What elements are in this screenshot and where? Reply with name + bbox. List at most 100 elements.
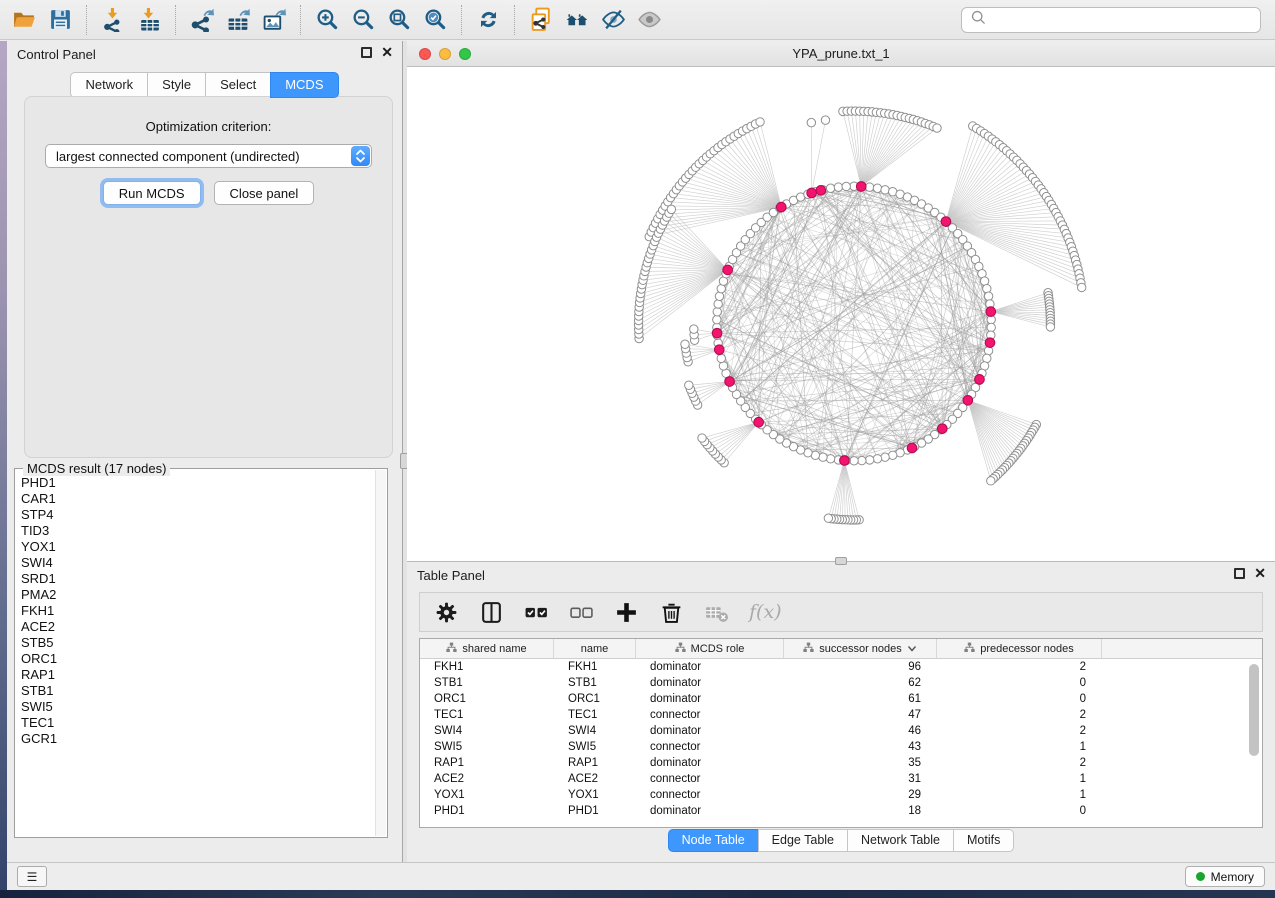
import-table-icon[interactable]	[131, 4, 167, 36]
column-header-successor-nodes[interactable]: successor nodes	[784, 639, 937, 658]
network-node[interactable]	[850, 457, 858, 465]
network-node-selected[interactable]	[941, 217, 951, 227]
result-scrollbar[interactable]	[375, 470, 386, 836]
network-node-selected[interactable]	[714, 345, 724, 355]
network-node[interactable]	[933, 124, 941, 132]
delete-row-icon[interactable]	[659, 600, 684, 625]
result-node[interactable]: CAR1	[21, 491, 387, 507]
columns-icon[interactable]	[479, 600, 504, 625]
zoom-out-icon[interactable]	[345, 4, 381, 36]
column-header-predecessor-nodes[interactable]: predecessor nodes	[937, 639, 1102, 658]
network-node[interactable]	[858, 456, 866, 464]
network-node-selected[interactable]	[754, 417, 764, 427]
table-row[interactable]: STB1STB1dominator620	[420, 675, 1262, 691]
add-row-icon[interactable]	[614, 600, 639, 625]
network-node[interactable]	[1046, 323, 1054, 331]
memory-button[interactable]: Memory	[1185, 866, 1265, 887]
network-node[interactable]	[819, 453, 827, 461]
result-node[interactable]: ACE2	[21, 619, 387, 635]
zoom-selected-icon[interactable]	[417, 4, 453, 36]
network-node-selected[interactable]	[840, 456, 850, 466]
column-header-name[interactable]: name	[554, 639, 636, 658]
network-node-selected[interactable]	[856, 182, 866, 192]
network-node[interactable]	[690, 325, 698, 333]
network-node[interactable]	[984, 347, 992, 355]
network-node-selected[interactable]	[816, 186, 826, 196]
table-row[interactable]: RAP1RAP1dominator352	[420, 755, 1262, 771]
network-node[interactable]	[807, 118, 815, 126]
run-mcds-button[interactable]: Run MCDS	[103, 181, 201, 205]
float-panel-icon[interactable]	[1234, 568, 1245, 579]
network-node[interactable]	[873, 455, 881, 463]
network-node-selected[interactable]	[807, 188, 817, 198]
result-node[interactable]: ORC1	[21, 651, 387, 667]
result-node[interactable]: PMA2	[21, 587, 387, 603]
result-node[interactable]: STB5	[21, 635, 387, 651]
tab-node-table[interactable]: Node Table	[668, 829, 759, 852]
result-node[interactable]: YOX1	[21, 539, 387, 555]
network-node[interactable]	[714, 300, 722, 308]
result-node[interactable]: SWI5	[21, 699, 387, 715]
close-panel-button[interactable]: Close panel	[214, 181, 315, 205]
network-node[interactable]	[715, 292, 723, 300]
network-node-selected[interactable]	[963, 395, 973, 405]
hide-selected-icon[interactable]	[595, 4, 631, 36]
network-node-selected[interactable]	[975, 375, 985, 385]
open-file-icon[interactable]	[6, 4, 42, 36]
result-node[interactable]: PHD1	[21, 475, 387, 491]
zoom-in-icon[interactable]	[309, 4, 345, 36]
table-row[interactable]: FKH1FKH1dominator962	[420, 659, 1262, 675]
network-node[interactable]	[826, 184, 834, 192]
result-node[interactable]: RAP1	[21, 667, 387, 683]
network-node[interactable]	[834, 183, 842, 191]
table-row[interactable]: PHD1PHD1dominator180	[420, 803, 1262, 819]
tab-network-table[interactable]: Network Table	[847, 829, 954, 852]
close-window-light[interactable]	[419, 48, 431, 60]
result-node[interactable]: STB1	[21, 683, 387, 699]
copy-style-icon[interactable]	[523, 4, 559, 36]
result-node[interactable]: STP4	[21, 507, 387, 523]
network-node[interactable]	[713, 315, 721, 323]
table-row[interactable]: SWI5SWI5connector431	[420, 739, 1262, 755]
tab-motifs[interactable]: Motifs	[953, 829, 1014, 852]
network-node[interactable]	[842, 182, 850, 190]
search-box[interactable]	[961, 7, 1261, 33]
network-node[interactable]	[826, 455, 834, 463]
criterion-select[interactable]: largest connected component (undirected)	[45, 144, 372, 168]
network-canvas[interactable]	[407, 67, 1275, 561]
network-node[interactable]	[685, 381, 693, 389]
column-header-shared-name[interactable]: shared name	[420, 639, 554, 658]
export-table-icon[interactable]	[220, 4, 256, 36]
table-row[interactable]: ACE2ACE2connector311	[420, 771, 1262, 787]
minimize-window-light[interactable]	[439, 48, 451, 60]
zoom-window-light[interactable]	[459, 48, 471, 60]
tab-network[interactable]: Network	[70, 72, 148, 98]
table-row[interactable]: TEC1TEC1connector472	[420, 707, 1262, 723]
network-node-selected[interactable]	[725, 377, 735, 387]
network-node[interactable]	[987, 477, 995, 485]
export-image-icon[interactable]	[256, 4, 292, 36]
network-node[interactable]	[717, 354, 725, 362]
table-row[interactable]: YOX1YOX1connector291	[420, 787, 1262, 803]
first-neighbors-icon[interactable]	[559, 4, 595, 36]
list-menu-button[interactable]: ☰	[17, 866, 47, 887]
network-node[interactable]	[881, 453, 889, 461]
result-node[interactable]: SRD1	[21, 571, 387, 587]
import-network-icon[interactable]	[95, 4, 131, 36]
network-node-selected[interactable]	[907, 443, 917, 453]
show-all-icon[interactable]	[631, 4, 667, 36]
network-node[interactable]	[983, 284, 991, 292]
close-panel-icon[interactable]: ✕	[381, 47, 393, 58]
network-node-selected[interactable]	[712, 328, 722, 338]
result-node[interactable]: GCR1	[21, 731, 387, 747]
export-network-icon[interactable]	[184, 4, 220, 36]
network-node[interactable]	[873, 184, 881, 192]
network-node-selected[interactable]	[937, 424, 947, 434]
close-panel-icon[interactable]: ✕	[1254, 568, 1266, 579]
result-node[interactable]: FKH1	[21, 603, 387, 619]
network-node-selected[interactable]	[776, 202, 786, 212]
network-node-selected[interactable]	[985, 338, 995, 348]
float-panel-icon[interactable]	[361, 47, 372, 58]
table-scrollbar-thumb[interactable]	[1249, 664, 1259, 756]
table-row[interactable]: SWI4SWI4dominator462	[420, 723, 1262, 739]
